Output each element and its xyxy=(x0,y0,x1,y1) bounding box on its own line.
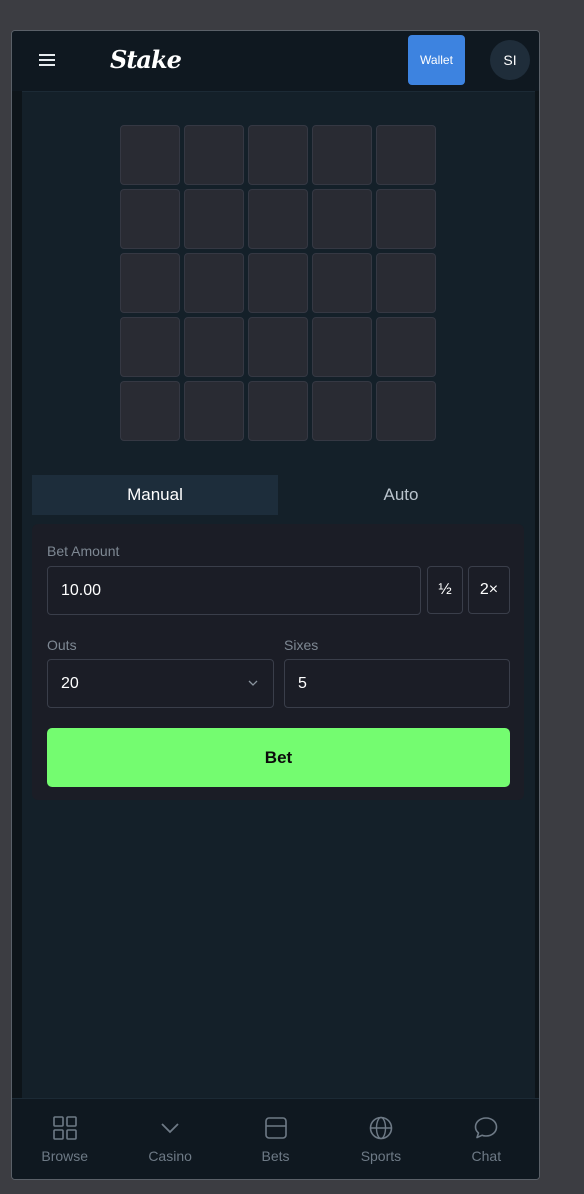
game-tile[interactable] xyxy=(376,125,436,185)
sixes-input[interactable] xyxy=(284,659,510,708)
bet-panel: Bet Amount ½ 2× Outs 20 Sixes Bet xyxy=(32,524,524,800)
game-tile[interactable] xyxy=(312,189,372,249)
game-tile[interactable] xyxy=(120,381,180,441)
half-bet-button[interactable]: ½ xyxy=(427,566,463,614)
game-tile[interactable] xyxy=(312,381,372,441)
stake-logo[interactable]: Stake xyxy=(110,45,182,74)
right-scroll-strip xyxy=(535,91,539,1099)
left-sidebar-strip xyxy=(12,91,22,1099)
wallet-button[interactable]: Wallet xyxy=(408,35,465,85)
double-bet-button[interactable]: 2× xyxy=(468,566,510,614)
game-tile[interactable] xyxy=(184,253,244,313)
nav-label: Chat xyxy=(471,1148,502,1164)
game-tile[interactable] xyxy=(248,381,308,441)
game-tile[interactable] xyxy=(376,317,436,377)
game-tile[interactable] xyxy=(184,317,244,377)
ticket-icon xyxy=(264,1117,287,1139)
game-tile[interactable] xyxy=(120,317,180,377)
game-tile[interactable] xyxy=(120,189,180,249)
tab-auto[interactable]: Auto xyxy=(278,475,524,515)
nav-browse[interactable]: Browse xyxy=(12,1099,117,1179)
nav-chat[interactable]: Chat xyxy=(434,1099,539,1179)
game-tile[interactable] xyxy=(376,189,436,249)
globe-icon xyxy=(369,1116,393,1140)
tab-manual[interactable]: Manual xyxy=(32,475,278,515)
chevron-down-icon xyxy=(248,680,258,686)
nav-label: Browse xyxy=(41,1148,89,1164)
game-tile-grid xyxy=(120,125,436,441)
bottom-navigation: Browse Casino Bets Sports Chat xyxy=(12,1098,539,1179)
outs-value: 20 xyxy=(61,674,79,692)
game-tile[interactable] xyxy=(248,125,308,185)
game-tile[interactable] xyxy=(184,381,244,441)
bet-button[interactable]: Bet xyxy=(47,728,510,787)
nav-label: Sports xyxy=(360,1148,402,1164)
nav-bets[interactable]: Bets xyxy=(223,1099,328,1179)
bet-amount-input[interactable] xyxy=(47,566,421,615)
sixes-label: Sixes xyxy=(284,637,319,653)
game-tile[interactable] xyxy=(184,189,244,249)
nav-label: Casino xyxy=(148,1148,192,1164)
hamburger-menu-icon[interactable] xyxy=(37,50,57,70)
game-tile[interactable] xyxy=(248,189,308,249)
nav-label: Bets xyxy=(261,1148,290,1164)
chat-bubble-icon xyxy=(475,1117,498,1139)
game-tile[interactable] xyxy=(248,253,308,313)
grid-icon xyxy=(52,1116,77,1140)
game-tile[interactable] xyxy=(312,125,372,185)
nav-sports[interactable]: Sports xyxy=(328,1099,433,1179)
mode-tabs: Manual Auto xyxy=(32,475,524,515)
app-frame: Stake Wallet SI Manual Auto Bet Amount ½… xyxy=(11,30,540,1180)
game-tile[interactable] xyxy=(248,317,308,377)
game-tile[interactable] xyxy=(184,125,244,185)
top-bar: Stake Wallet SI xyxy=(12,31,539,92)
game-tile[interactable] xyxy=(312,317,372,377)
outs-select[interactable]: 20 xyxy=(47,659,274,708)
game-tile[interactable] xyxy=(376,381,436,441)
bet-amount-label: Bet Amount xyxy=(47,543,120,559)
game-tile[interactable] xyxy=(376,253,436,313)
chevron-down-icon xyxy=(161,1123,179,1134)
user-avatar[interactable]: SI xyxy=(490,40,530,80)
game-tile[interactable] xyxy=(120,125,180,185)
nav-casino[interactable]: Casino xyxy=(117,1099,222,1179)
game-tile[interactable] xyxy=(120,253,180,313)
game-tile[interactable] xyxy=(312,253,372,313)
outs-label: Outs xyxy=(47,637,77,653)
